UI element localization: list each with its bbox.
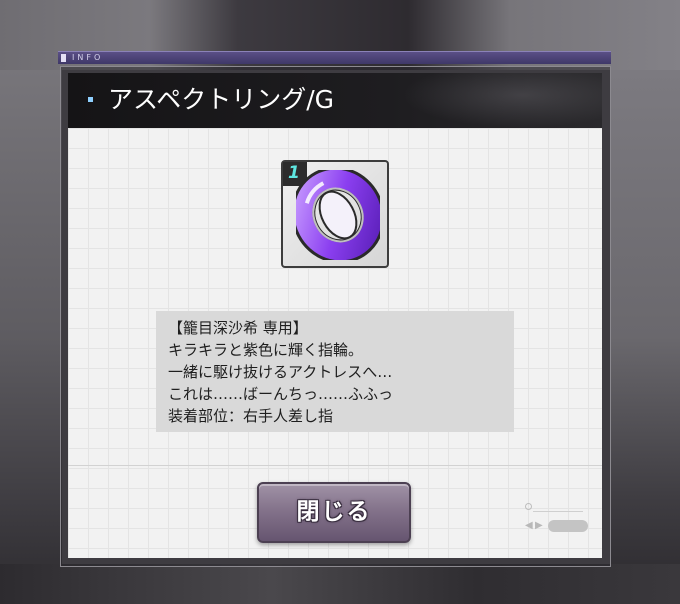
dialog-title: アスペクトリング/G bbox=[108, 85, 335, 114]
background-blur-left bbox=[0, 70, 62, 604]
page-nav-indicator: ◀ ▶ bbox=[525, 519, 591, 533]
description-line: 一緒に駆け抜けるアクトレスへ… bbox=[168, 363, 393, 381]
scroll-pill bbox=[548, 520, 588, 532]
info-label: INFO bbox=[72, 53, 104, 62]
title-bullet-icon bbox=[88, 97, 93, 102]
close-button-label: 閉じる bbox=[296, 499, 372, 525]
search-icon bbox=[525, 503, 583, 513]
divider bbox=[68, 465, 602, 466]
close-button[interactable]: 閉じる bbox=[257, 482, 411, 543]
background-blur-right bbox=[610, 70, 680, 604]
info-marker-icon bbox=[61, 54, 66, 62]
description-line: 【籠目深沙希 専用】 bbox=[168, 319, 308, 337]
background-blur-bottom bbox=[0, 564, 680, 604]
info-bar: INFO bbox=[58, 51, 611, 64]
description-line: 装着部位：右手人差し指 bbox=[168, 407, 334, 425]
dialog-header: アスペクトリング/G bbox=[68, 73, 602, 128]
description-line: これは……ばーんちっ……ふふっ bbox=[168, 385, 394, 403]
purple-ring-icon bbox=[296, 170, 380, 260]
chevron-right-icon: ▶ bbox=[535, 520, 543, 531]
chevron-left-icon: ◀ bbox=[525, 520, 533, 531]
description-line: キラキラと紫色に輝く指輪。 bbox=[168, 341, 364, 359]
